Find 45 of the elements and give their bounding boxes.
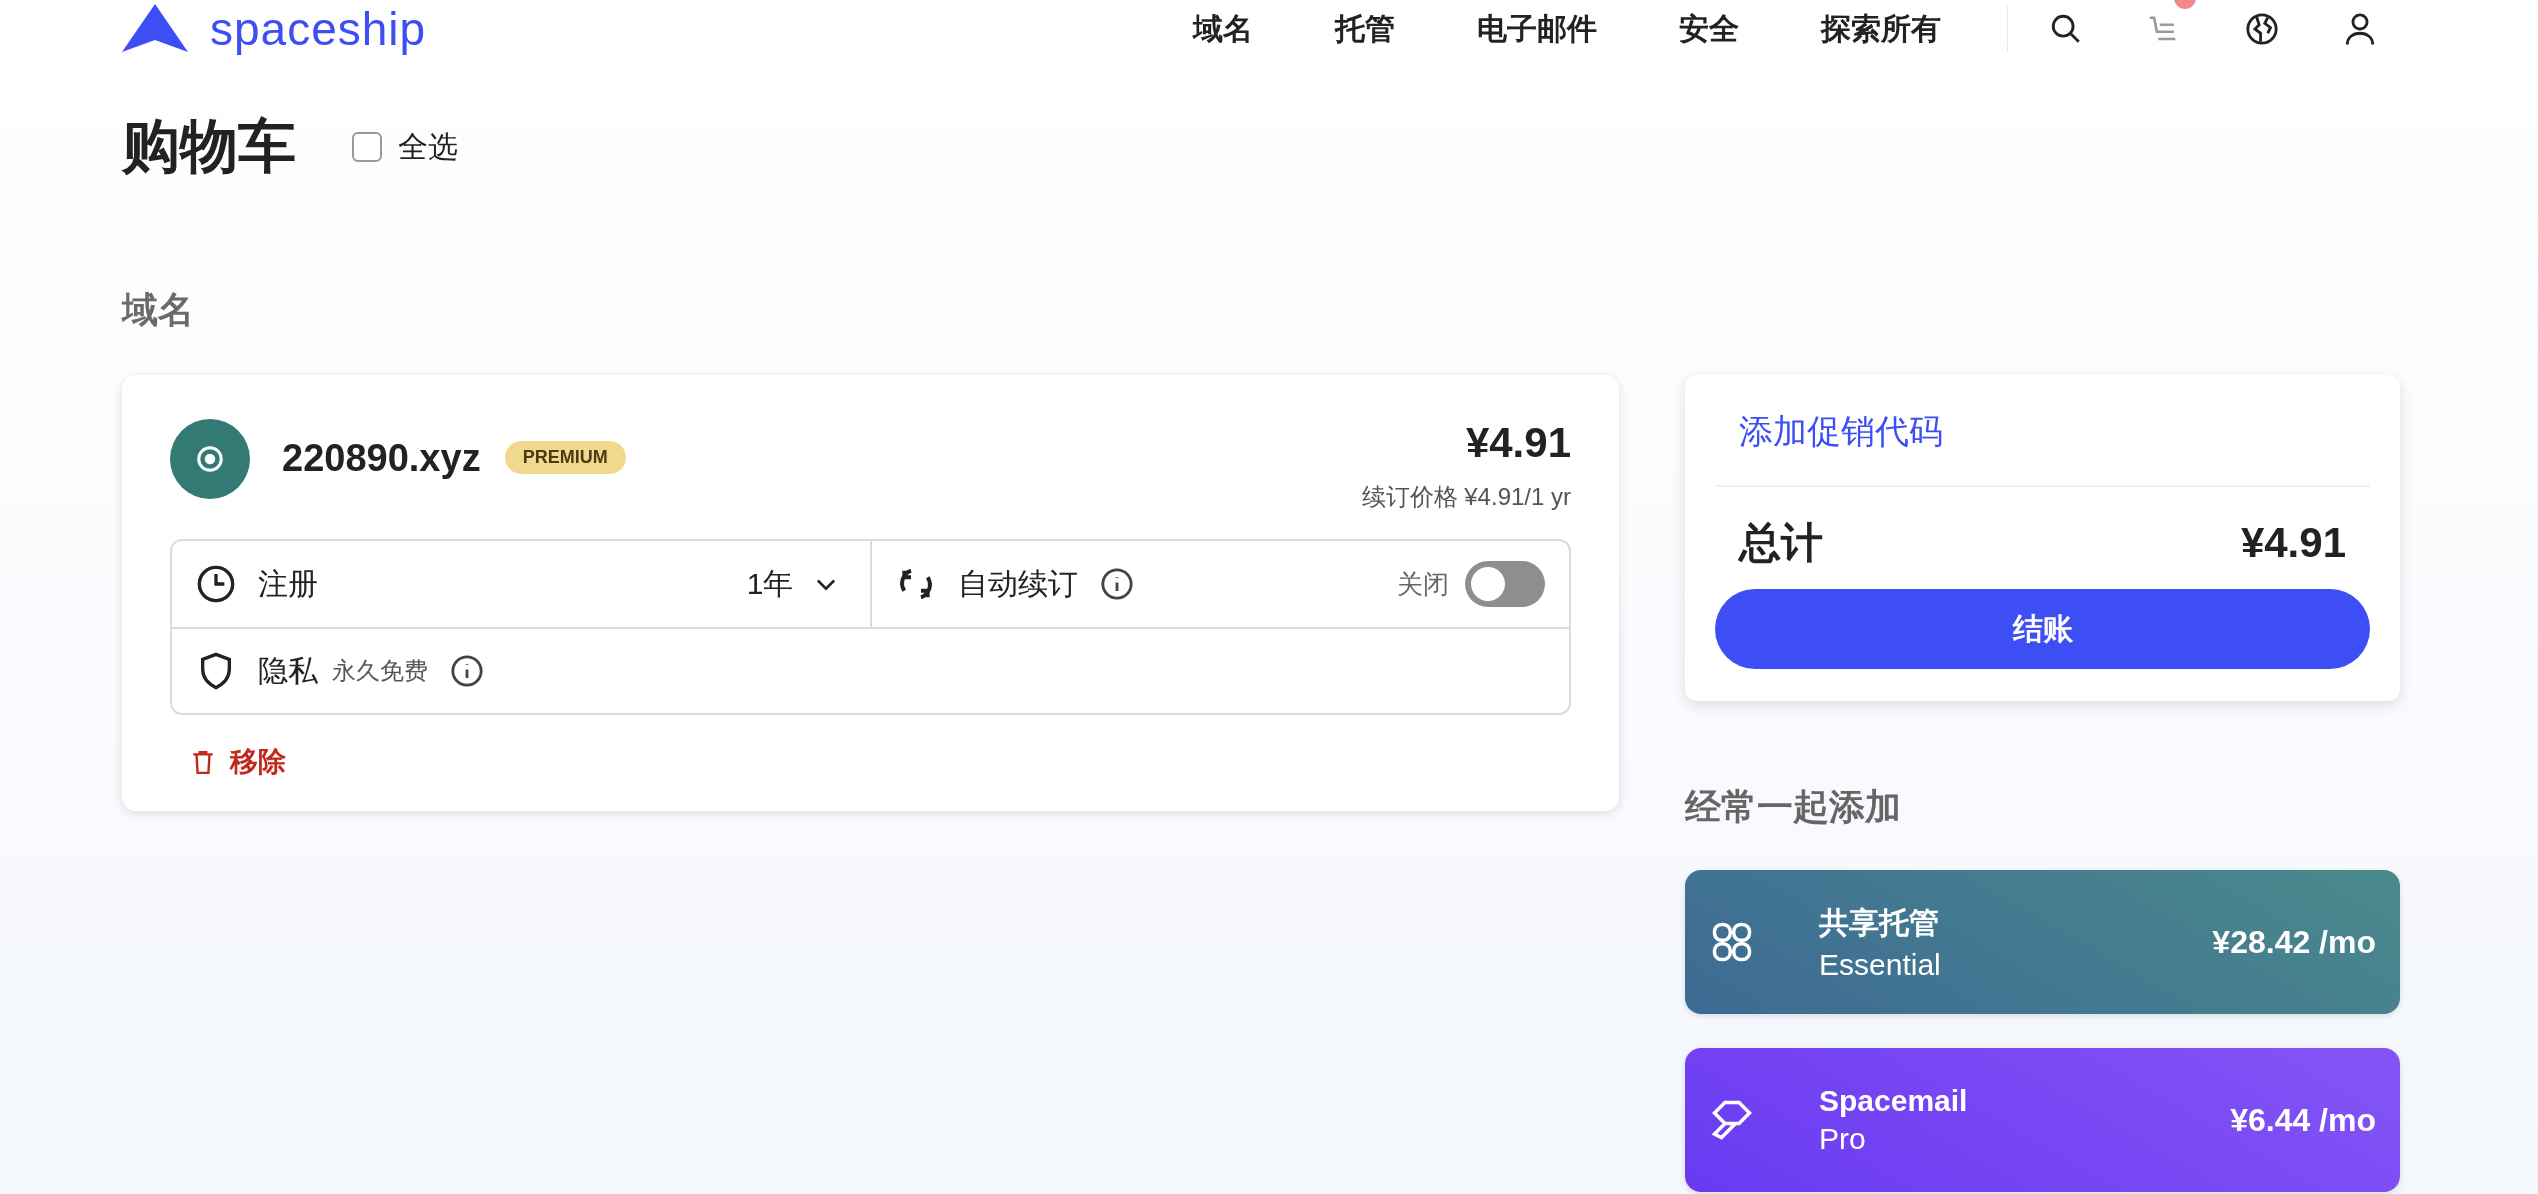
select-all-label: 全选 bbox=[398, 128, 458, 165]
nav-link[interactable]: 探索所有 bbox=[1821, 8, 1941, 50]
language-button[interactable] bbox=[2244, 11, 2280, 47]
suggestion-card[interactable]: Spacemail Pro ¥6.44 /mo bbox=[1685, 1048, 2400, 1192]
product-price: ¥28.42 /mo bbox=[2212, 923, 2376, 961]
user-icon bbox=[2343, 12, 2377, 46]
period-dropdown[interactable]: 1年 bbox=[740, 562, 846, 606]
product-name: 共享托管 bbox=[1819, 904, 1940, 941]
privacy-label: 隐私 bbox=[258, 652, 318, 689]
grid-icon bbox=[1711, 921, 1753, 963]
page-title: 购物车 bbox=[122, 112, 296, 180]
info-icon[interactable] bbox=[450, 654, 484, 688]
auto-renew-label: 自动续订 bbox=[957, 565, 1078, 602]
nav-link[interactable]: 电子邮件 bbox=[1477, 8, 1597, 50]
section-title: 域名 bbox=[122, 288, 195, 332]
privacy-note: 永久免费 bbox=[332, 656, 428, 686]
logo-text[interactable]: spaceship bbox=[210, 3, 427, 55]
domain-name: 220890.xyz bbox=[282, 437, 481, 480]
total-label: 总计 bbox=[1739, 518, 1823, 568]
promo-code-link[interactable]: 添加促销代码 bbox=[1715, 375, 2370, 487]
info-icon[interactable] bbox=[1099, 567, 1134, 601]
product-name: Spacemail bbox=[1819, 1084, 1968, 1118]
product-price: ¥6.44 /mo bbox=[2230, 1101, 2376, 1139]
toggle-state-label: 关闭 bbox=[1397, 567, 1449, 601]
renewal-price: 续订价格 ¥4.91/1 yr bbox=[1361, 482, 1571, 512]
remove-button[interactable]: 移除 bbox=[170, 737, 306, 787]
premium-badge: PREMIUM bbox=[504, 441, 626, 474]
product-plan: Essential bbox=[1819, 947, 1941, 982]
total-price: ¥4.91 bbox=[2240, 519, 2346, 567]
nav-link[interactable]: 托管 bbox=[1335, 8, 1395, 50]
trash-icon bbox=[190, 748, 216, 776]
clock-icon bbox=[196, 564, 236, 604]
globe-icon bbox=[2245, 12, 2279, 46]
logo-icon bbox=[122, 4, 188, 54]
auto-renew-toggle[interactable] bbox=[1465, 561, 1545, 607]
registration-label: 注册 bbox=[258, 565, 318, 602]
suggestion-card[interactable]: 共享托管 Essential ¥28.42 /mo bbox=[1685, 870, 2400, 1014]
product-plan: Pro bbox=[1819, 1122, 1867, 1156]
select-all-checkbox[interactable] bbox=[352, 132, 382, 162]
suggestions-title: 经常一起添加 bbox=[1685, 785, 1902, 829]
nav-link[interactable]: 安全 bbox=[1679, 8, 1739, 50]
search-icon bbox=[2049, 12, 2083, 46]
item-price: ¥4.91 bbox=[1465, 419, 1571, 467]
checkout-button[interactable]: 结账 bbox=[1715, 589, 2370, 669]
nav-link[interactable]: 域名 bbox=[1193, 8, 1253, 50]
